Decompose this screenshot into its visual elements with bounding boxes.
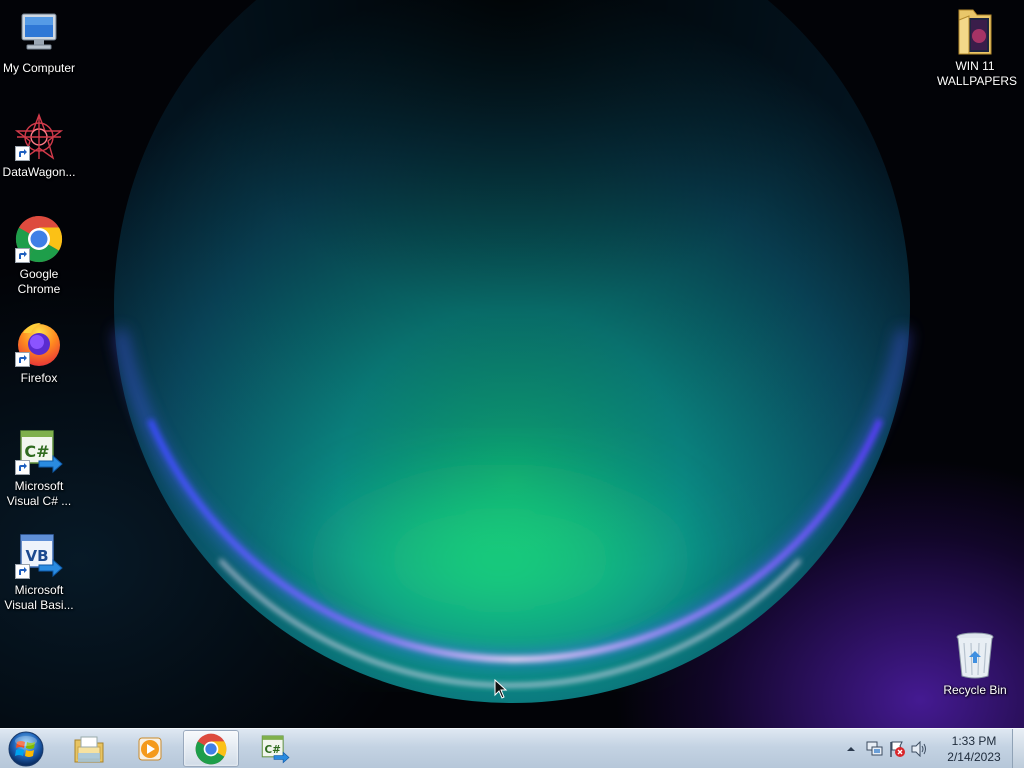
- mouse-cursor-icon: [494, 678, 508, 703]
- desktop-icon-label: Microsoft Visual Basi...: [4, 583, 74, 612]
- action-center-flag-icon[interactable]: [888, 740, 906, 758]
- desktop-icon-label: Google Chrome: [17, 267, 61, 296]
- taskbar-visual-csharp-button[interactable]: C#: [246, 730, 302, 767]
- desktop-icon-my-computer[interactable]: My Computer: [0, 8, 79, 76]
- clock-date: 2/14/2023: [947, 750, 1001, 764]
- chrome-icon: [195, 733, 227, 764]
- desktop-icon-datawagon[interactable]: DataWagon...: [0, 112, 79, 180]
- show-hidden-icons-arrow-icon[interactable]: [842, 740, 860, 758]
- desktop-icon-firefox[interactable]: Firefox: [0, 318, 79, 386]
- taskbar: C# 1:33 PM 2/14/2023: [0, 728, 1024, 768]
- desktop-icon-label: DataWagon...: [2, 165, 76, 179]
- recycle-bin-icon: [950, 630, 1000, 680]
- explorer-folder-icon: [74, 736, 104, 762]
- desktop-icon-win11-wallpapers-folder[interactable]: WIN 11 WALLPAPERS: [935, 6, 1018, 89]
- shortcut-arrow-icon: [15, 248, 30, 263]
- computer-icon: [14, 8, 64, 58]
- chrome-icon: [14, 214, 64, 264]
- svg-text:C#: C#: [265, 743, 282, 755]
- folder-icon: [950, 6, 1000, 56]
- desktop-icon-label: My Computer: [2, 61, 76, 75]
- network-icon[interactable]: [866, 740, 884, 758]
- datawagon-icon: [14, 112, 64, 162]
- start-button[interactable]: [3, 730, 49, 768]
- desktop-icon-visual-basic[interactable]: VB Microsoft Visual Basi...: [0, 530, 79, 613]
- system-tray: [842, 729, 928, 768]
- shortcut-arrow-icon: [15, 146, 30, 161]
- desktop-icon-label: Recycle Bin: [943, 683, 1007, 697]
- firefox-icon: [14, 318, 64, 368]
- desktop-wallpaper: [0, 0, 1024, 728]
- windows-logo-icon: [8, 731, 44, 767]
- desktop-icon-google-chrome[interactable]: Google Chrome: [0, 214, 79, 297]
- visual-csharp-icon: C#: [261, 734, 290, 763]
- media-player-icon: [138, 737, 162, 760]
- svg-text:C#: C#: [24, 442, 49, 461]
- taskbar-chrome-button[interactable]: [183, 730, 239, 767]
- desktop-icon-visual-csharp[interactable]: C# Microsoft Visual C# ...: [0, 426, 79, 509]
- shortcut-arrow-icon: [15, 352, 30, 367]
- taskbar-clock[interactable]: 1:33 PM 2/14/2023: [938, 733, 1010, 765]
- svg-text:VB: VB: [25, 547, 48, 565]
- desktop-icon-recycle-bin[interactable]: Recycle Bin: [935, 630, 1015, 698]
- visual-basic-icon: VB: [14, 530, 64, 580]
- shortcut-arrow-icon: [15, 460, 30, 475]
- show-desktop-button[interactable]: [1012, 729, 1024, 768]
- desktop-icon-label: Firefox: [20, 371, 58, 385]
- clock-time: 1:33 PM: [951, 734, 997, 748]
- taskbar-explorer-button[interactable]: [61, 730, 117, 767]
- taskbar-media-player-button[interactable]: [122, 730, 178, 767]
- volume-icon[interactable]: [910, 740, 928, 758]
- desktop-icon-label: Microsoft Visual C# ...: [6, 479, 72, 508]
- desktop-icon-label: WIN 11 WALLPAPERS: [937, 59, 1018, 88]
- shortcut-arrow-icon: [15, 564, 30, 579]
- visual-csharp-icon: C#: [14, 426, 64, 476]
